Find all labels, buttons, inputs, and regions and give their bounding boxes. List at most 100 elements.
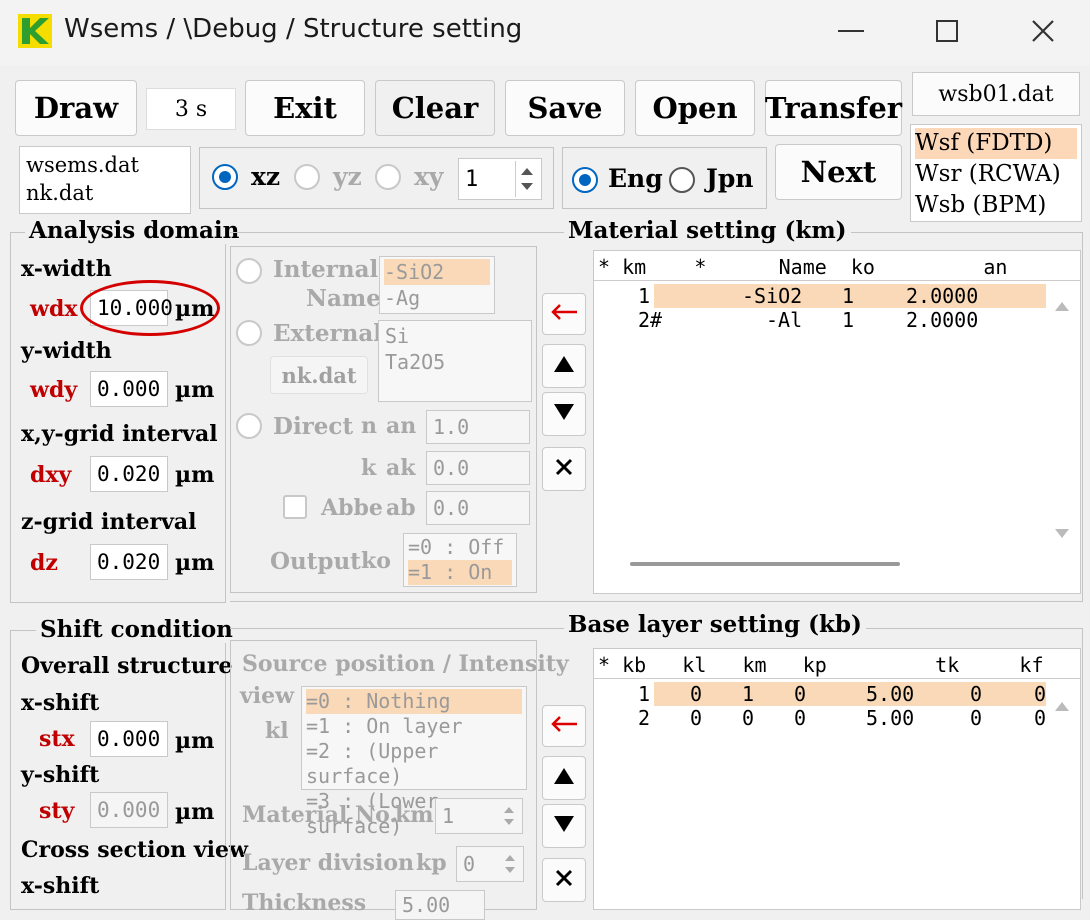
table-cell[interactable]: 0 [690,706,702,730]
move-up-material-button[interactable] [542,344,586,388]
table-cell[interactable]: 0 [970,682,982,706]
nkdat-button[interactable]: nk.dat [270,356,368,394]
table-cell[interactable]: 0 [970,706,982,730]
direct-radio[interactable] [236,413,262,439]
app-logo-icon [18,14,52,48]
table-cell[interactable]: -Al [766,308,802,332]
move-down-material-button[interactable] [542,392,586,436]
stx-input[interactable]: 0.000 [90,721,168,757]
table-cell[interactable]: 5.00 [866,682,914,706]
dxy-input[interactable]: 0.020 [90,456,168,492]
spinner-icon[interactable] [500,850,520,883]
external-label: External [273,320,382,347]
table-cell[interactable]: 1 [638,682,650,706]
table-cell[interactable]: 0 [1034,682,1046,706]
list-item[interactable]: =0 : Nothing [306,689,522,714]
internal-material-list[interactable]: -SiO2 -Ag [379,256,495,314]
table-cell[interactable]: 1 [842,308,854,332]
external-radio[interactable] [236,320,262,346]
x-width-label: x-width [21,256,112,282]
table-cell[interactable]: 0 [794,682,806,706]
exit-button[interactable]: Exit [245,80,365,136]
list-item[interactable]: Ta2O5 [385,349,525,375]
cross-section-label: Cross section view [21,837,248,863]
eng-radio[interactable] [572,167,598,193]
list-item[interactable]: =1 : On [408,560,512,585]
sty-input[interactable]: 0.000 [90,792,168,828]
list-item[interactable]: =2 : (Upper surface) [306,739,522,789]
table-cell[interactable]: 0 [794,706,806,730]
solver-list[interactable]: Wsf (FDTD) Wsr (RCWA) Wsb (BPM) [910,124,1082,222]
delete-material-button[interactable] [542,447,586,491]
kp-stepper[interactable]: 0 [456,846,524,882]
next-button[interactable]: Next [775,144,902,200]
list-item[interactable]: -Ag [384,285,490,311]
base-layer-table[interactable]: * kb kl km kp tk kf * 1 0 1 0 5.00 0 0 2… [593,648,1081,910]
table-cell[interactable]: 2.0000 [906,284,978,308]
solver-item-rcwa[interactable]: Wsr (RCWA) [915,159,1077,190]
table-cell[interactable]: 0 [1034,706,1046,730]
dz-input[interactable]: 0.020 [90,544,168,580]
table-cell[interactable]: 2 [638,706,650,730]
jpn-radio[interactable] [669,167,695,193]
dxy-unit: µm [175,462,215,488]
ab-input[interactable]: 0.0 [426,491,530,525]
an-input[interactable]: 1.0 [426,410,530,444]
solver-item-bpm[interactable]: Wsb (BPM) [915,190,1077,221]
list-item[interactable]: Si [385,323,525,349]
minimize-icon[interactable] [838,30,864,32]
spinner-icon[interactable] [499,802,519,835]
scroll-up-icon[interactable] [1054,293,1070,317]
xz-radio[interactable] [212,164,238,190]
yz-radio[interactable] [294,164,320,190]
internal-radio[interactable] [236,258,262,284]
move-down-layer-button[interactable] [542,804,586,848]
an-label: an [386,413,417,439]
transfer-button[interactable]: Transfer [765,80,902,136]
maximize-icon[interactable] [936,20,958,42]
wdy-input[interactable]: 0.000 [90,371,168,407]
save-button[interactable]: Save [505,80,625,136]
source-kl-list[interactable]: =0 : Nothing =1 : On layer =2 : (Upper s… [301,686,527,838]
list-item[interactable]: nk.dat [26,179,184,207]
file-list[interactable]: wsems.dat nk.dat [19,146,191,214]
km-stepper[interactable]: 1 [435,798,523,834]
clear-button[interactable]: Clear [375,80,495,136]
table-cell[interactable]: 1 [842,284,854,308]
list-item[interactable]: -SiO2 [384,259,490,285]
insert-material-button[interactable] [542,293,586,335]
table-cell[interactable]: 2# [638,308,662,332]
thickness-label: Thickness [242,890,367,916]
list-item[interactable]: =1 : On layer [306,714,522,739]
list-item[interactable]: =0 : Off [408,535,512,560]
table-cell[interactable]: -SiO2 [742,284,802,308]
ak-input[interactable]: 0.0 [426,451,530,485]
draw-button[interactable]: Draw [15,80,137,136]
delete-layer-button[interactable] [542,858,586,902]
table-cell[interactable]: 2.0000 [906,308,978,332]
abbe-checkbox[interactable] [283,495,307,519]
solver-item-fdtd[interactable]: Wsf (FDTD) [915,128,1077,159]
close-icon[interactable] [1026,14,1060,48]
table-cell[interactable]: 0 [690,682,702,706]
name-label: Name [306,285,381,312]
table-cell[interactable]: 5.00 [866,706,914,730]
insert-layer-button[interactable] [542,705,586,747]
scroll-up-icon[interactable] [1054,693,1070,717]
scroll-down-icon[interactable] [1054,521,1070,545]
spinner-icon[interactable] [515,161,537,197]
open-button[interactable]: Open [635,80,755,136]
move-up-layer-button[interactable] [542,756,586,800]
xy-radio[interactable] [375,164,401,190]
table-cell[interactable]: 0 [742,706,754,730]
plane-value-stepper[interactable]: 1 [458,158,542,200]
list-item[interactable]: wsems.dat [26,151,184,179]
horizontal-scrollbar[interactable] [630,562,900,566]
material-table[interactable]: * km * Name ko an 1 -SiO2 1 2.0000 2# -A… [593,250,1081,594]
output-list[interactable]: =0 : Off =1 : On [403,533,517,587]
thickness-input[interactable]: 5.00 [395,890,485,920]
table-cell[interactable]: 1 [638,284,650,308]
y-width-label: y-width [21,338,112,364]
table-cell[interactable]: 1 [742,682,754,706]
external-material-list[interactable]: Si Ta2O5 [378,320,532,402]
